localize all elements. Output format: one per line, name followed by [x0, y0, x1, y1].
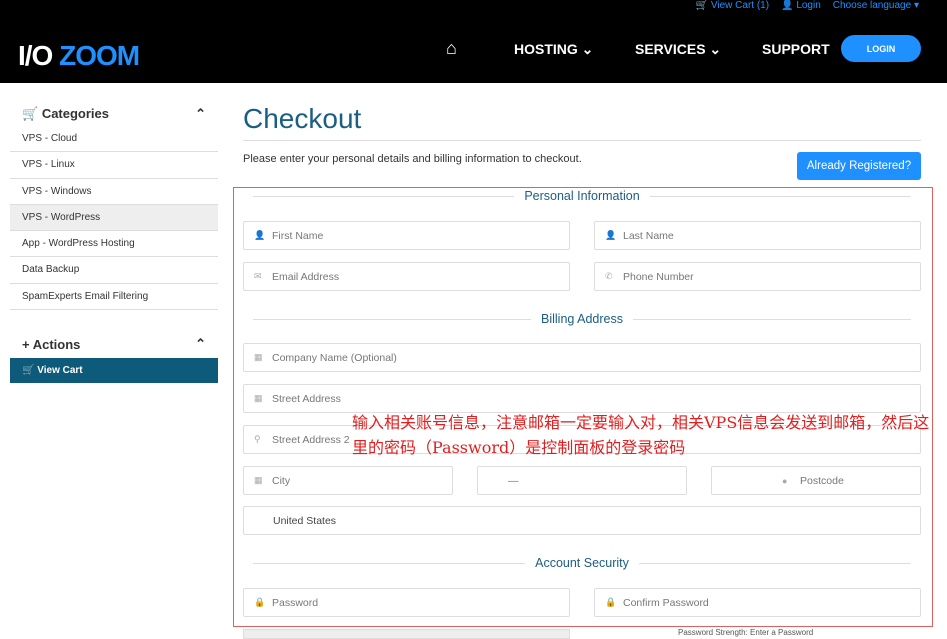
chevron-up-icon[interactable]: ⌃: [195, 106, 206, 122]
actions-title: Actions: [32, 336, 81, 352]
postcode-placeholder: Postcode: [800, 474, 844, 487]
confirm-password-placeholder: Confirm Password: [623, 596, 709, 609]
certificate-icon: ●: [782, 475, 788, 486]
phone-field[interactable]: ✆ Phone Number: [594, 262, 921, 291]
city-placeholder: City: [272, 474, 291, 487]
chevron-up-icon[interactable]: ⌃: [195, 336, 206, 352]
country-select[interactable]: United States: [243, 506, 921, 535]
user-icon: 👤: [254, 230, 266, 240]
nav-services-label: SERVICES: [635, 41, 706, 57]
street-field[interactable]: ▦ Street Address: [243, 384, 921, 413]
language-dropdown[interactable]: Choose language ▾: [833, 0, 919, 11]
sidebar-view-cart[interactable]: 🛒 View Cart: [10, 358, 218, 383]
login-button[interactable]: LOGIN: [841, 35, 921, 62]
company-field[interactable]: ▦ Company Name (Optional): [243, 343, 921, 372]
nav-hosting-label: HOSTING: [514, 41, 578, 57]
view-cart-label: View Cart (1): [710, 0, 770, 11]
view-cart-label: View Cart: [37, 365, 83, 376]
sidebar-item-app-wordpress[interactable]: App - WordPress Hosting: [10, 231, 218, 258]
last-name-field[interactable]: 👤 Last Name: [594, 221, 921, 250]
intro-text: Please enter your personal details and b…: [243, 153, 582, 165]
lock-icon: 🔒: [254, 597, 266, 607]
street2-placeholder: Street Address 2: [272, 433, 350, 446]
state-value: —: [508, 474, 519, 487]
actions-header[interactable]: + Actions ⌃: [10, 332, 218, 356]
city-field[interactable]: ▦ City: [243, 466, 453, 495]
phone-placeholder: Phone Number: [623, 270, 694, 283]
first-name-field[interactable]: 👤 First Name: [243, 221, 570, 250]
envelope-icon: ✉: [254, 271, 262, 281]
map-marker-icon: ⚲: [254, 434, 261, 444]
categories-title: Categories: [41, 106, 110, 121]
section-billing: Billing Address: [243, 312, 921, 326]
categories-header[interactable]: 🛒 Categories ⌃: [10, 102, 218, 126]
sidebar-item-vps-wordpress[interactable]: VPS - WordPress: [10, 204, 218, 232]
logo-part1: I/O: [18, 40, 60, 71]
view-cart-link[interactable]: 🛒 View Cart (1): [696, 0, 769, 11]
sidebar-item-vps-windows[interactable]: VPS - Windows: [10, 179, 218, 205]
confirm-password-field[interactable]: 🔒 Confirm Password: [594, 588, 921, 617]
nav-hosting[interactable]: HOSTING ⌄: [514, 41, 593, 58]
building-icon: ▦: [254, 393, 263, 403]
already-registered-button[interactable]: Already Registered?: [797, 152, 921, 180]
sidebar-item-data-backup[interactable]: Data Backup: [10, 257, 218, 284]
postcode-field[interactable]: ● Postcode: [711, 466, 921, 495]
sidebar-item-vps-linux[interactable]: VPS - Linux: [10, 152, 218, 179]
first-name-placeholder: First Name: [272, 229, 324, 242]
email-placeholder: Email Address: [272, 270, 340, 283]
annotation-text: 输入相关账号信息，注意邮箱一定要输入对，相关VPS信息会发送到邮箱，然后这里的密…: [352, 413, 930, 457]
street-placeholder: Street Address: [272, 392, 341, 405]
lock-icon: 🔒: [605, 597, 617, 607]
sidebar-item-vps-cloud[interactable]: VPS - Cloud: [10, 126, 218, 153]
categories-panel: 🛒 Categories ⌃ VPS - Cloud VPS - Linux VP…: [10, 102, 218, 311]
login-label: Login: [796, 0, 821, 11]
section-security: Account Security: [243, 556, 921, 570]
divider: [243, 140, 921, 141]
nav-services[interactable]: SERVICES ⌄: [635, 41, 721, 58]
email-field[interactable]: ✉ Email Address: [243, 262, 570, 291]
generate-password-button[interactable]: [243, 629, 570, 639]
user-icon: 👤: [605, 230, 617, 240]
last-name-placeholder: Last Name: [623, 229, 674, 242]
actions-panel: + Actions ⌃ 🛒 View Cart: [10, 332, 218, 383]
cart-icon: 🛒: [22, 106, 39, 121]
password-placeholder: Password: [272, 596, 319, 609]
page-title: Checkout: [243, 103, 362, 134]
password-strength: Password Strength: Enter a Password: [678, 628, 814, 637]
login-link[interactable]: 👤 Login: [781, 0, 821, 11]
top-navbar: 🛒 View Cart (1) 👤 Login Choose language …: [0, 0, 947, 83]
language-label: Choose language: [832, 0, 912, 11]
password-field[interactable]: 🔒 Password: [243, 588, 570, 617]
country-value: United States: [273, 514, 337, 527]
home-icon[interactable]: ⌂: [446, 38, 457, 59]
section-personal: Personal Information: [243, 189, 921, 203]
logo[interactable]: I/O ZOOM: [18, 40, 140, 72]
phone-icon: ✆: [605, 271, 613, 281]
sidebar-item-spamexperts[interactable]: SpamExperts Email Filtering: [10, 284, 218, 311]
building-icon: ▦: [254, 475, 263, 485]
plus-icon: +: [22, 336, 30, 352]
building-icon: ▦: [254, 352, 263, 362]
logo-part2: ZOOM: [59, 40, 140, 71]
company-placeholder: Company Name (Optional): [272, 351, 397, 364]
state-select[interactable]: —: [477, 466, 687, 495]
nav-support[interactable]: SUPPORT: [762, 41, 830, 57]
